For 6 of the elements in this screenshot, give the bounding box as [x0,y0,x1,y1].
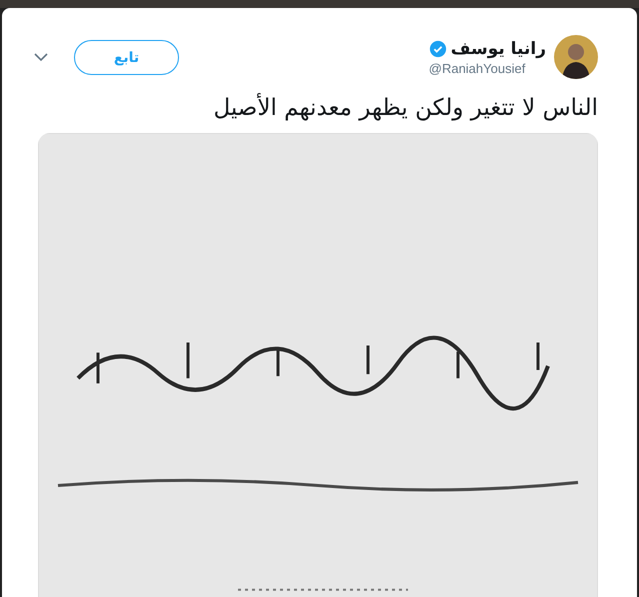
tweet-text: الناس لا تتغير ولكن يظهر معدنهم الأصيل [212,93,598,123]
follow-button[interactable]: تابع [74,40,179,75]
chevron-down-icon[interactable] [34,53,48,62]
avatar-icon[interactable] [554,35,598,79]
author-name[interactable]: رانيا يوسف [450,38,546,58]
author-handle[interactable]: @RaniahYousief [428,60,546,76]
